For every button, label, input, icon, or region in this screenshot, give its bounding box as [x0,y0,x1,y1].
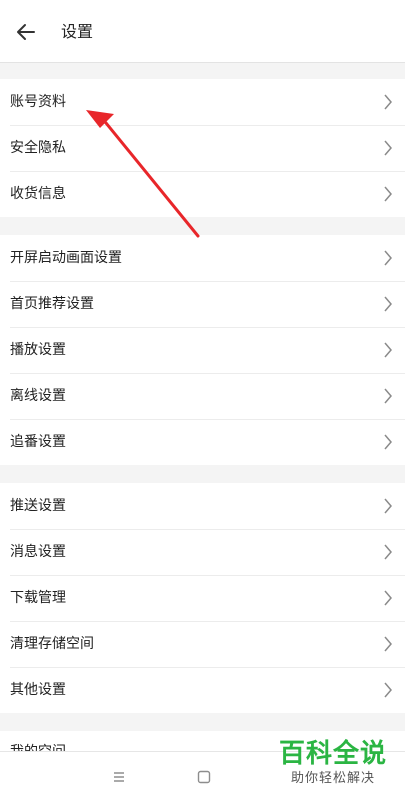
settings-item-shipping-info[interactable]: 收货信息 [0,171,405,217]
settings-item-home-recommend[interactable]: 首页推荐设置 [0,281,405,327]
settings-group-system: 推送设置 消息设置 下载管理 清理存储空间 其他设置 [0,483,405,713]
chevron-right-icon [384,544,392,560]
settings-item-clear-storage[interactable]: 清理存储空间 [0,621,405,667]
settings-item-label: 开屏启动画面设置 [10,250,122,266]
chevron-right-icon [384,498,392,514]
settings-item-label: 首页推荐设置 [10,296,94,312]
arrow-left-icon[interactable] [12,18,40,46]
settings-item-download-manager[interactable]: 下载管理 [0,575,405,621]
chevron-right-icon [384,140,392,156]
chevron-right-icon [384,250,392,266]
settings-item-label: 推送设置 [10,498,66,514]
settings-item-push[interactable]: 推送设置 [0,483,405,529]
chevron-right-icon [384,342,392,358]
chevron-right-icon [384,296,392,312]
settings-item-splash-screen[interactable]: 开屏启动画面设置 [0,235,405,281]
settings-item-other[interactable]: 其他设置 [0,667,405,713]
settings-item-offline[interactable]: 离线设置 [0,373,405,419]
settings-item-label: 离线设置 [10,388,66,404]
settings-item-playback[interactable]: 播放设置 [0,327,405,373]
settings-item-label: 下载管理 [10,590,66,606]
settings-group-playback: 开屏启动画面设置 首页推荐设置 播放设置 离线设置 追番设置 [0,235,405,465]
settings-item-label: 清理存储空间 [10,636,94,652]
watermark-logo: 百科全说 助你轻松解决 [272,738,394,788]
chevron-right-icon [384,434,392,450]
settings-item-label: 收货信息 [10,186,66,202]
settings-item-label: 账号资料 [10,94,66,110]
back-button[interactable] [12,18,40,46]
chevron-right-icon [384,682,392,698]
square-home-icon[interactable] [195,768,213,786]
menu-lines-icon[interactable] [110,768,128,786]
settings-item-label: 追番设置 [10,434,66,450]
chevron-right-icon [384,186,392,202]
top-app-bar: 设置 [0,0,405,63]
chevron-right-icon [384,94,392,110]
settings-item-security-privacy[interactable]: 安全隐私 [0,125,405,171]
settings-item-follow-anime[interactable]: 追番设置 [0,419,405,465]
settings-item-account-profile[interactable]: 账号资料 [0,79,405,125]
settings-item-label: 我的空间 [10,731,66,751]
chevron-right-icon [384,388,392,404]
chevron-right-icon [384,590,392,606]
settings-item-label: 安全隐私 [10,140,66,156]
settings-item-messages[interactable]: 消息设置 [0,529,405,575]
chevron-right-icon [384,636,392,652]
watermark-subtitle: 助你轻松解决 [290,771,375,786]
page-title: 设置 [61,22,94,41]
watermark-title: 百科全说 [278,739,387,769]
settings-item-label: 消息设置 [10,544,66,560]
settings-group-account: 账号资料 安全隐私 收货信息 [0,79,405,217]
settings-item-label: 播放设置 [10,342,66,358]
settings-item-label: 其他设置 [10,682,66,698]
